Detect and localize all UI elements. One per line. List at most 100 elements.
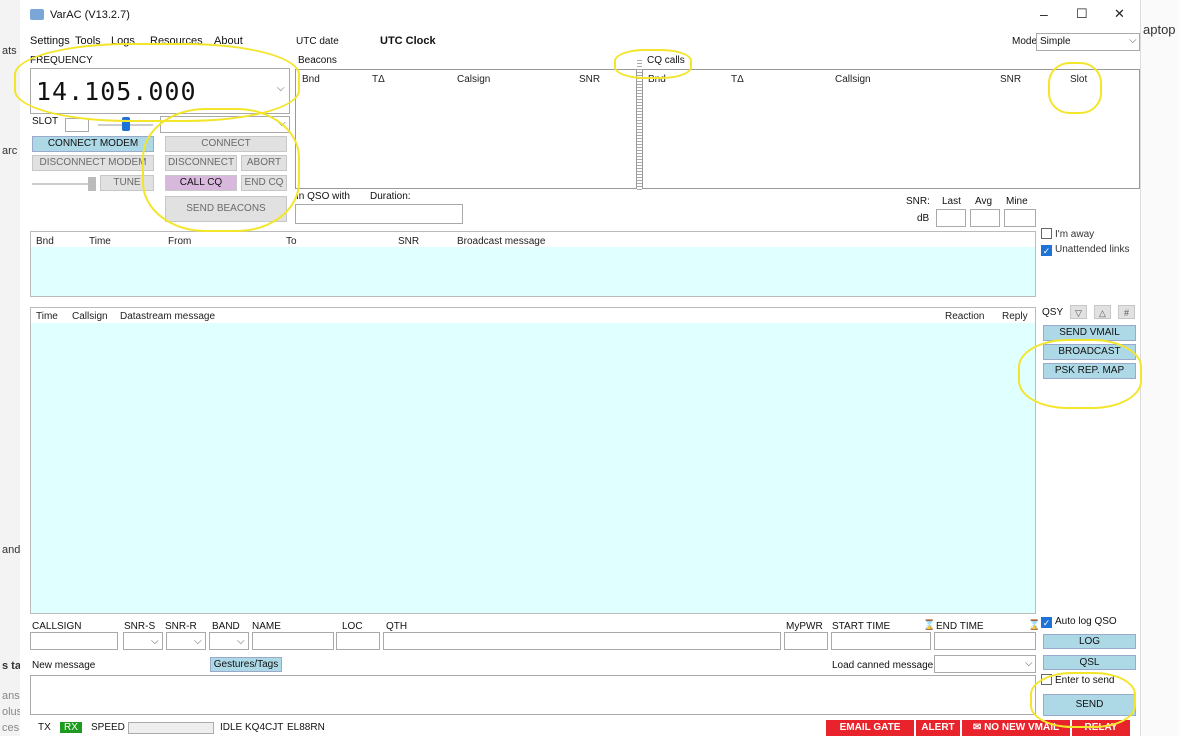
idle-status: IDLE [220,722,243,733]
utc-clock: UTC Clock [380,35,436,47]
beacons-col: Bnd [302,74,320,85]
band-select[interactable]: ⌵ [209,632,249,650]
title-bar: VarAC (V13.2.7) – ☐ ✕ [20,0,1140,30]
connect-modem-button[interactable]: CONNECT MODEM [32,136,154,152]
mode-select[interactable]: Simple ⌵ [1036,33,1140,51]
slot-label: SLOT [32,116,59,127]
bg-text: and [2,544,21,556]
gestures-button[interactable]: Gestures/Tags [210,657,282,672]
snr-avg-label: Avg [975,196,993,207]
bg-text: s ta [2,660,21,672]
speed-bar [128,722,214,734]
new-message-field[interactable] [30,675,1036,715]
broadcast-col: Bnd [36,236,54,247]
background-window-right: aptop [1140,0,1179,736]
snr-last-field [936,209,966,227]
chevron-down-icon: ⌵ [237,636,245,647]
snr-avg-field [970,209,1000,227]
canned-label: Load canned message: [832,660,936,671]
disconnect-modem-button[interactable]: DISCONNECT MODEM [32,155,154,171]
mode-value: Simple [1040,36,1071,47]
alert-badge[interactable]: ALERT [916,720,960,736]
qsy-hash-icon[interactable]: # [1118,305,1135,319]
mypwr-field[interactable] [784,632,828,650]
unattended-checkbox[interactable]: ✓ Unattended links [1041,244,1130,256]
broadcast-col: Time [89,236,111,247]
reply-col: Reply [1002,311,1028,322]
qsl-button[interactable]: QSL [1043,655,1136,670]
away-checkbox[interactable]: I'm away [1041,228,1094,240]
auto-log-checkbox[interactable]: ✓ Auto log QSO [1041,616,1117,628]
callsign-field[interactable] [30,632,118,650]
tune-slider[interactable] [32,183,92,185]
beacons-label: Beacons [298,55,337,66]
snr-mine-field [1004,209,1036,227]
datastream-col: Callsign [72,311,108,322]
loc-field[interactable] [336,632,380,650]
rx-indicator: RX [60,722,82,733]
start-time-field[interactable] [831,632,931,650]
snr-label: SNR: [906,196,930,207]
snr-db-label: dB [917,213,930,224]
end-time-field[interactable] [934,632,1036,650]
bg-text: arc [2,145,18,157]
chevron-down-icon: ⌵ [1129,35,1137,46]
cq-col: Callsign [835,74,871,85]
beacons-grid[interactable] [295,69,637,189]
my-callsign: KQ4CJT [245,722,284,733]
beacons-col: Calsign [457,74,491,85]
chevron-down-icon: ⌵ [1025,658,1033,669]
qsy-down-icon[interactable]: ▽ [1070,305,1087,319]
mypwr-label: MyPWR [786,621,823,632]
maximize-icon[interactable]: ☐ [1076,6,1088,22]
snr-s-select[interactable]: ⌵ [123,632,163,650]
qth-label: QTH [386,621,408,632]
reaction-col: Reaction [945,311,985,322]
chevron-down-icon: ⌵ [194,636,202,647]
broadcast-col: From [168,236,192,247]
cq-col: TΔ [731,74,744,85]
broadcast-col: Broadcast message [457,236,546,247]
yellow-annotation [1048,62,1102,114]
tune-slider-thumb[interactable] [88,177,96,191]
log-button[interactable]: LOG [1043,634,1136,649]
close-icon[interactable]: ✕ [1114,6,1125,22]
mode-label: Mode [1012,36,1038,47]
menu-settings[interactable]: Settings [30,35,70,47]
unattended-label: Unattended links [1055,244,1130,255]
hourglass-icon: ⌛ [923,620,936,631]
app-icon [30,9,44,20]
new-message-label: New message [32,660,96,671]
qsy-up-icon[interactable]: △ [1094,305,1111,319]
name-label: NAME [252,621,281,632]
email-gate-badge[interactable]: EMAIL GATE [826,720,914,736]
hourglass-icon: ⌛ [1028,620,1041,631]
snr-r-select[interactable]: ⌵ [166,632,206,650]
datastream-col: Datastream message [120,311,216,322]
minimize-icon[interactable]: – [1040,6,1048,22]
snr-r-label: SNR-R [165,621,197,632]
in-qso-field[interactable] [295,204,463,224]
band-label: BAND [212,621,240,632]
callsign-label: CALLSIGN [32,621,82,632]
canned-select[interactable]: ⌵ [934,655,1036,673]
name-field[interactable] [252,632,334,650]
yellow-annotation [1030,672,1136,728]
chevron-down-icon: ⌵ [151,636,159,647]
start-time-label: START TIME [832,621,891,632]
beacons-col: SNR [579,74,601,85]
bg-text: aptop [1143,22,1176,37]
qth-field[interactable] [383,632,781,650]
background-window-left: ats arc and s ta ans olus ces. [0,0,22,736]
end-time-label: END TIME [936,621,984,632]
window-title: VarAC (V13.2.7) [50,9,130,21]
loc-label: LOC [342,621,363,632]
broadcast-rows[interactable] [31,247,1035,296]
broadcast-col: SNR [398,236,420,247]
speed-label: SPEED [91,722,125,733]
datastream-rows[interactable] [31,323,1035,613]
slot-input[interactable] [65,118,89,132]
yellow-annotation [614,49,692,79]
qsy-label: QSY [1042,307,1064,318]
auto-log-label: Auto log QSO [1055,616,1117,627]
